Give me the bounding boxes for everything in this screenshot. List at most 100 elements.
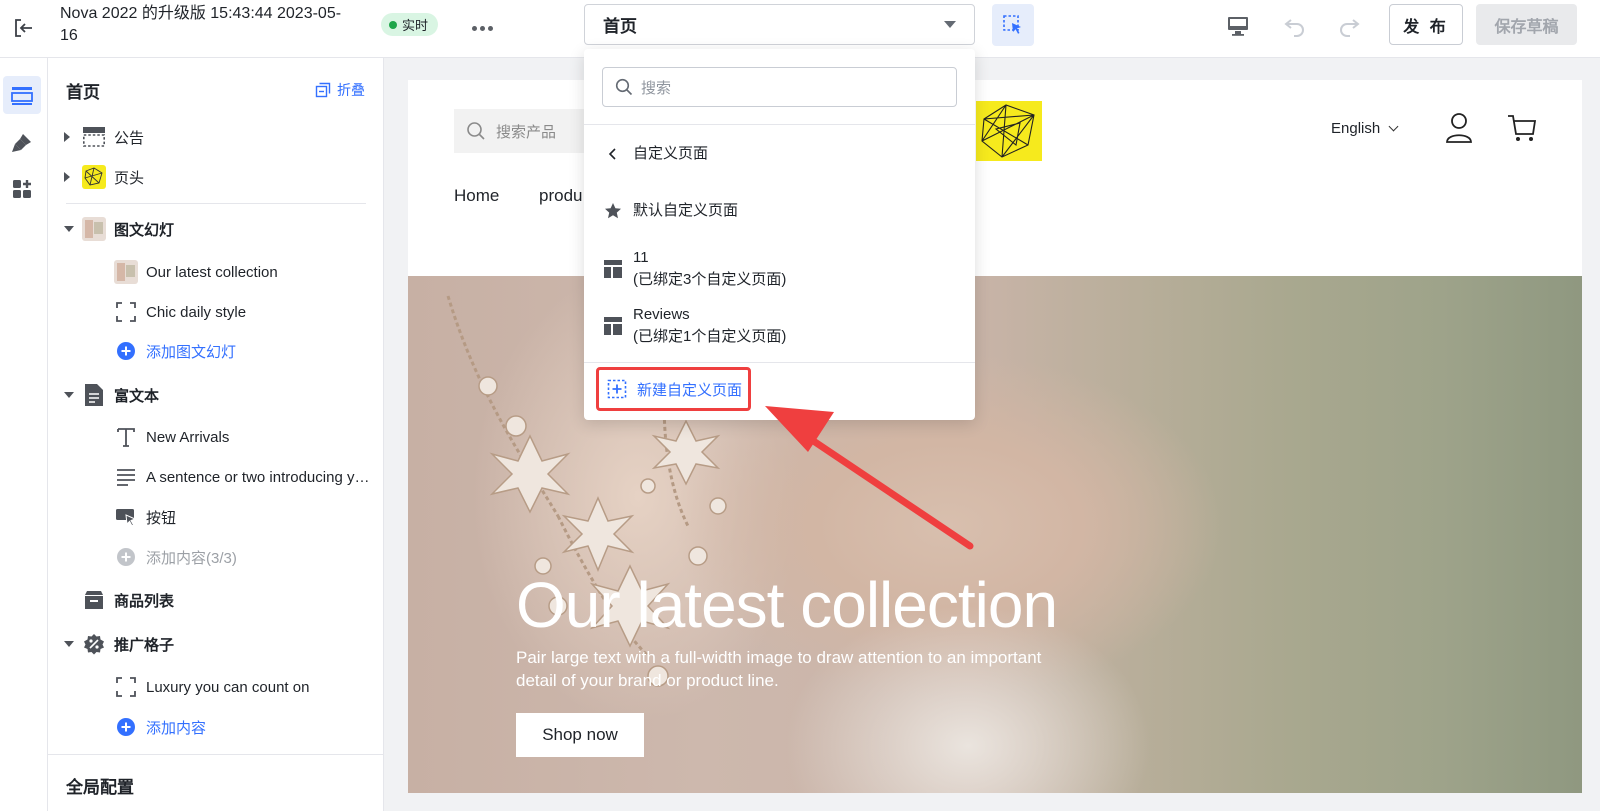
dropdown-back-item[interactable]: 自定义页面 xyxy=(584,137,975,171)
fold-label: 折叠 xyxy=(337,82,365,98)
shop-now-button[interactable]: Shop now xyxy=(516,713,644,757)
tree-item-rt-text[interactable]: A sentence or two introducing your brand… xyxy=(48,458,384,496)
chevron-left-icon xyxy=(602,143,624,165)
live-dot-icon xyxy=(389,20,397,29)
template-name: Reviews xyxy=(633,306,690,323)
dropdown-template-item[interactable]: 11 (已绑定3个自定义页面) xyxy=(584,246,975,292)
tree-item-label: 页头 xyxy=(114,169,145,187)
add-slide-label: 添加图文幻灯 xyxy=(146,343,237,361)
page-select-value: 首页 xyxy=(603,17,637,36)
undo-icon[interactable] xyxy=(1279,10,1311,42)
dropdown-template-text: Reviews (已绑定1个自定义页面) xyxy=(633,304,786,348)
tree-item-label: A sentence or two introducing your brand… xyxy=(146,468,372,486)
paragraph-icon xyxy=(114,465,138,489)
collapse-arrow-icon[interactable] xyxy=(64,392,74,398)
status-badge-label: 实时 xyxy=(402,18,429,33)
add-page-icon xyxy=(607,379,627,399)
store-logo[interactable] xyxy=(976,101,1042,161)
dropdown-default-label: 默认自定义页面 xyxy=(633,202,739,219)
collapse-arrow-icon[interactable] xyxy=(64,641,74,647)
add-content-button[interactable]: 添加内容 xyxy=(48,708,384,746)
tree-item-product-list[interactable]: 商品列表 xyxy=(48,581,384,619)
chevron-down-icon xyxy=(1388,121,1399,132)
nav-link-home[interactable]: Home xyxy=(454,186,499,206)
desktop-preview-icon[interactable] xyxy=(1222,10,1254,42)
template-layout-icon xyxy=(602,258,624,280)
sidebar-title: 首页 xyxy=(66,83,100,102)
element-select-tool-icon[interactable] xyxy=(992,4,1034,46)
expand-arrow-icon[interactable] xyxy=(64,132,70,142)
new-custom-page-button[interactable]: 新建自定义页面 xyxy=(596,367,751,411)
heading-text-icon xyxy=(114,425,138,449)
dropdown-search-input[interactable]: 搜索 xyxy=(602,67,957,107)
empty-block-icon xyxy=(114,675,138,699)
language-selector[interactable]: English xyxy=(1331,120,1399,137)
theme-brush-icon[interactable] xyxy=(3,124,41,162)
tree-item-label: Luxury you can count on xyxy=(146,678,310,696)
add-content-label: 添加内容(3/3) xyxy=(146,549,237,567)
dropdown-search-placeholder: 搜索 xyxy=(641,79,672,97)
save-draft-button[interactable]: 保存草稿 xyxy=(1476,4,1577,45)
tree-item-promo-grid[interactable]: 推广格子 xyxy=(48,625,384,663)
tree-item-label: Our latest collection xyxy=(146,263,278,281)
add-circle-icon xyxy=(114,715,138,739)
promo-badge-icon xyxy=(82,632,106,656)
language-label: English xyxy=(1331,120,1381,137)
left-rail xyxy=(0,58,48,811)
global-config-section[interactable]: 全局配置 xyxy=(48,754,384,811)
tree-item-slideshow[interactable]: 图文幻灯 xyxy=(48,210,384,248)
sections-icon[interactable] xyxy=(3,76,41,114)
tree-item-announcement[interactable]: 公告 xyxy=(48,118,384,156)
template-binding-count: (已绑定3个自定义页面) xyxy=(633,271,787,288)
add-circle-icon xyxy=(114,339,138,363)
hero-title: Our latest collection xyxy=(516,569,1058,641)
rich-text-icon xyxy=(82,383,106,407)
status-badge: 实时 xyxy=(381,13,439,36)
slideshow-thumbnail-icon xyxy=(82,217,106,241)
page-select[interactable]: 首页 xyxy=(584,4,975,45)
tree-item-slide-1[interactable]: Our latest collection xyxy=(48,253,384,291)
tree-item-promo-item[interactable]: Luxury you can count on xyxy=(48,668,384,706)
publish-button[interactable]: 发 布 xyxy=(1389,4,1463,45)
tree-item-label: 按钮 xyxy=(146,509,177,527)
tree-item-label: 公告 xyxy=(114,129,145,147)
exit-icon[interactable] xyxy=(8,12,40,44)
tree-item-label: 富文本 xyxy=(114,387,160,405)
dropdown-default-page-item[interactable]: 默认自定义页面 xyxy=(584,194,975,228)
dropdown-template-text: 11 (已绑定3个自定义页面) xyxy=(633,247,786,291)
store-search-placeholder: 搜索产品 xyxy=(496,123,557,141)
caret-down-icon xyxy=(944,21,956,28)
more-options-icon[interactable] xyxy=(466,12,498,44)
product-list-icon xyxy=(82,588,106,612)
slide-thumbnail-icon xyxy=(114,260,138,284)
add-slide-button[interactable]: 添加图文幻灯 xyxy=(48,332,384,370)
search-icon xyxy=(467,122,485,140)
new-custom-page-label: 新建自定义页面 xyxy=(637,381,743,399)
expand-arrow-icon[interactable] xyxy=(64,172,70,182)
tree-item-rich-text[interactable]: 富文本 xyxy=(48,376,384,414)
fold-button[interactable]: 折叠 xyxy=(315,80,365,100)
add-content-disabled-button[interactable]: 添加内容(3/3) xyxy=(48,538,384,576)
tree-item-rt-heading[interactable]: New Arrivals xyxy=(48,418,384,456)
tree-item-rt-button[interactable]: 按钮 xyxy=(48,498,384,536)
dropdown-divider xyxy=(584,362,975,363)
redo-icon[interactable] xyxy=(1333,10,1365,42)
apps-icon[interactable] xyxy=(3,172,41,210)
star-icon xyxy=(602,200,624,222)
dropdown-template-item[interactable]: Reviews (已绑定1个自定义页面) xyxy=(584,303,975,349)
collapse-arrow-icon[interactable] xyxy=(64,226,74,232)
page-select-dropdown: 搜索 自定义页面 默认自定义页面 11 (已绑定3个自定义页面) Reviews (… xyxy=(584,49,975,420)
add-circle-icon xyxy=(114,545,138,569)
cart-icon[interactable] xyxy=(1506,112,1538,144)
template-binding-count: (已绑定1个自定义页面) xyxy=(633,328,787,345)
tree-item-label: 图文幻灯 xyxy=(114,221,175,239)
empty-block-icon xyxy=(114,300,138,324)
tree-item-header[interactable]: 页头 xyxy=(48,158,384,196)
tree-item-label: New Arrivals xyxy=(146,428,230,446)
search-icon xyxy=(615,78,633,96)
tree-item-slide-2[interactable]: Chic daily style xyxy=(48,293,384,331)
nav-link-products[interactable]: produ xyxy=(539,186,582,206)
account-icon[interactable] xyxy=(1444,112,1474,144)
add-content-label: 添加内容 xyxy=(146,719,207,737)
tree-item-label: 商品列表 xyxy=(114,592,175,610)
